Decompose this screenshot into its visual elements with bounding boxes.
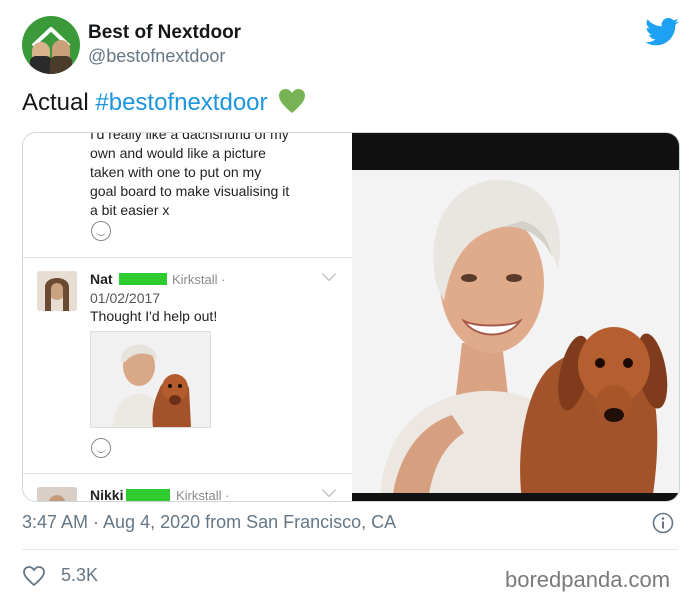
divider <box>23 257 352 258</box>
divider <box>23 473 352 474</box>
chevron-down-icon <box>321 482 337 498</box>
letterbox-bar <box>352 493 679 501</box>
woman-with-dachshund-photo <box>352 133 679 501</box>
watermark: boredpanda.com <box>505 567 671 592</box>
commenter-avatar <box>37 271 77 311</box>
commenter-avatar <box>37 487 77 501</box>
original-post-text: I'd really like a dachshund of my own an… <box>90 133 330 220</box>
account-avatar[interactable] <box>22 16 80 74</box>
quote-line: own and would like a picture <box>90 145 266 161</box>
comment-photo-thumbnail <box>90 331 211 428</box>
smiley-icon <box>91 221 111 241</box>
letterbox-bar <box>352 133 679 170</box>
tweet-text-prefix: Actual <box>22 89 89 116</box>
like-heart-icon[interactable] <box>22 565 46 587</box>
comment-date: 01/02/2017 <box>90 290 161 306</box>
quote-line: I'd really like a dachshund of my <box>90 133 289 142</box>
quote-line: goal board to make visualising it <box>90 183 290 199</box>
name-redaction <box>119 273 167 285</box>
smiley-icon <box>91 438 111 458</box>
commenter-name: Nikki <box>90 487 124 501</box>
chevron-down-icon <box>321 266 337 282</box>
tweet-timestamp[interactable]: 3:47 AM · Aug 4, 2020 from San Francisco… <box>22 512 396 533</box>
comment-location: Kirkstall · <box>172 272 226 287</box>
hashtag-link[interactable]: #bestofnextdoor <box>95 89 267 116</box>
twitter-bird-icon[interactable] <box>645 18 679 46</box>
display-name[interactable]: Best of Nextdoor <box>88 22 241 44</box>
quote-line: a bit easier x <box>90 202 170 218</box>
tweet-media[interactable]: I'd really like a dachshund of my own an… <box>22 132 680 502</box>
quote-line: taken with one to put on my <box>90 164 262 180</box>
photo-illustration <box>352 133 679 501</box>
name-redaction <box>126 489 170 501</box>
green-heart-icon <box>279 89 306 113</box>
tweet-text: Actual #bestofnextdoor <box>22 88 306 117</box>
nextdoor-thread-screenshot: I'd really like a dachshund of my own an… <box>23 133 352 501</box>
commenter-name: Nat <box>90 271 113 287</box>
like-count[interactable]: 5.3K <box>61 565 98 586</box>
comment-body: Thought I'd help out! <box>90 308 218 324</box>
info-icon[interactable] <box>652 512 674 534</box>
account-handle[interactable]: @bestofnextdoor <box>88 46 225 67</box>
divider <box>22 549 678 550</box>
comment-location: Kirkstall · <box>176 488 230 501</box>
